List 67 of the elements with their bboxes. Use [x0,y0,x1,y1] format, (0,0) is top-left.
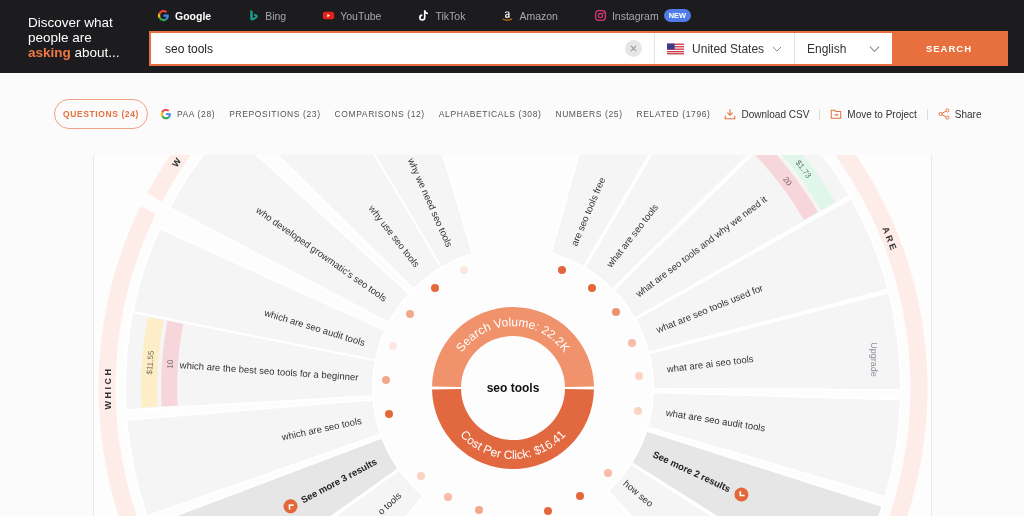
metric-value: 20 [781,175,794,188]
engine-tab[interactable]: YouTube [322,9,382,22]
metric-value: 10 [165,359,176,369]
question-text: which are the best seo tools for a beginner [179,359,359,383]
expand-icon[interactable] [283,499,298,514]
dot [460,266,468,274]
dot [406,310,414,318]
download-icon [724,108,737,120]
dot [628,339,636,347]
question-text: what are ai seo tools [666,353,754,375]
dot [385,410,393,418]
youtube-icon [322,9,336,22]
chevron-icon [772,44,782,53]
results-tab[interactable]: ALPHABETICALS (308) [438,109,542,119]
dot [604,469,612,477]
question-text: what are seo tools used for [654,282,765,336]
results-tab[interactable]: NUMBERS (25) [555,109,623,119]
google-icon [157,9,170,22]
action-link[interactable]: Move to Project [830,108,917,120]
engine-tab[interactable]: Google [157,9,212,22]
clear-icon[interactable] [625,40,642,57]
question-text: which are seo tools [280,414,363,443]
dot [444,493,452,501]
folder-icon [830,108,843,120]
dot [635,372,643,380]
bing-icon [247,9,261,22]
keyword-label: seo tools [486,381,540,395]
results-tab[interactable]: COMPARISONS (12) [334,109,425,119]
google-icon [159,108,172,120]
tagline: Discover what people are asking about... [27,14,121,62]
dot [544,507,552,515]
question-text: why we need seo tools [405,156,455,249]
action-link[interactable]: Download CSV [724,108,810,120]
question-text: which are seo audit tools [263,306,367,348]
question-text: how seo [621,477,656,509]
question-text: o tools [375,489,404,516]
tiktok-icon [417,9,431,22]
dot [612,308,620,316]
dot [431,284,439,292]
dot [389,342,397,350]
dot [576,492,584,500]
category-label: ARE [880,225,900,254]
dot [417,472,425,480]
dot [382,376,390,384]
engine-tab[interactable]: Amazon [501,9,558,22]
engine-tab[interactable]: Bing [247,9,287,22]
dot [475,506,483,514]
expand-icon[interactable] [734,487,749,502]
question-text: are seo tools free [568,175,608,248]
share-icon [937,108,950,120]
category-label: WHICH [103,366,113,410]
metric-value: $11.55 [145,350,156,375]
question-text: what are seo audit tools [665,406,767,434]
dot [634,407,642,415]
flag-icon [667,42,685,55]
results-tab[interactable]: PAA (28) [159,108,216,120]
category-label: W [170,155,185,169]
results-tab[interactable]: PREPOSITIONS (23) [229,109,321,119]
country-select[interactable]: United States [654,33,794,64]
dot [588,284,596,292]
dot [558,266,566,274]
amazon-icon [501,9,515,22]
instagram-icon [593,9,607,22]
engine-tab[interactable]: TikTok [417,9,466,22]
results-tab[interactable]: RELATED (1796) [636,109,711,119]
action-link[interactable]: Share [937,108,982,120]
chevron-icon [869,44,880,53]
